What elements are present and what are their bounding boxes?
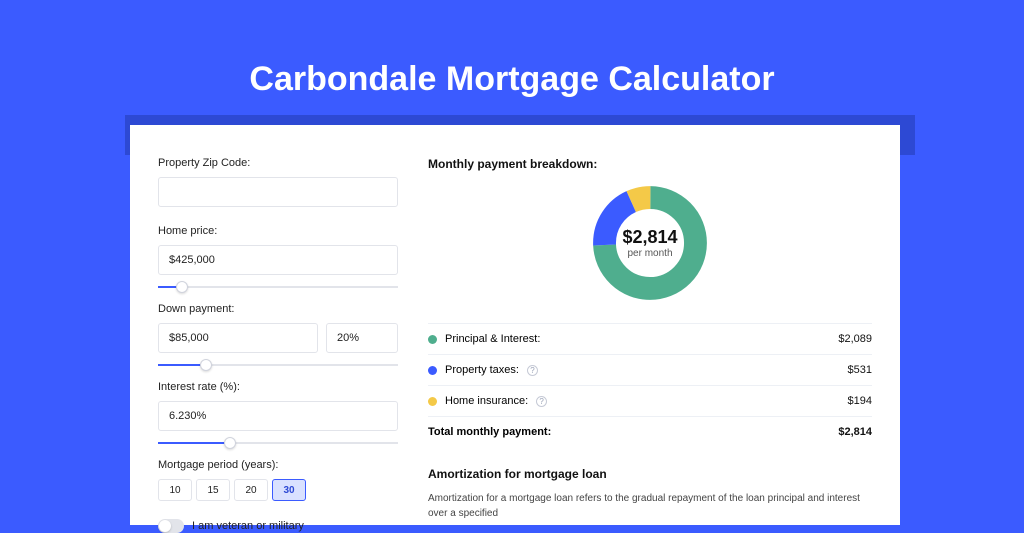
period-option-20[interactable]: 20 xyxy=(234,479,268,501)
donut-center: $2,814 per month xyxy=(590,183,710,303)
interest-rate-field: Interest rate (%): xyxy=(158,381,398,431)
dot-icon xyxy=(428,335,437,344)
amortization-section: Amortization for mortgage loan Amortizat… xyxy=(428,467,872,521)
zip-field: Property Zip Code: xyxy=(158,157,398,207)
period-selector: 10 15 20 30 xyxy=(158,479,398,501)
down-payment-slider[interactable] xyxy=(158,359,398,373)
down-payment-input[interactable] xyxy=(158,323,318,353)
legend-pi: Principal & Interest: $2,089 xyxy=(428,323,872,354)
donut-area: $2,814 per month xyxy=(428,183,872,303)
calculator-card: Property Zip Code: Home price: Down paym… xyxy=(130,125,900,525)
legend-ins-label: Home insurance: xyxy=(445,395,528,407)
down-payment-field: Down payment: xyxy=(158,303,398,353)
home-price-label: Home price: xyxy=(158,225,398,237)
page-title: Carbondale Mortgage Calculator xyxy=(0,0,1024,99)
veteran-label: I am veteran or military xyxy=(192,520,304,532)
info-icon[interactable]: ? xyxy=(527,365,538,376)
app-stage: Carbondale Mortgage Calculator Property … xyxy=(0,0,1024,512)
donut-chart: $2,814 per month xyxy=(590,183,710,303)
amortization-text: Amortization for a mortgage loan refers … xyxy=(428,491,872,521)
donut-sub: per month xyxy=(627,248,672,259)
down-payment-pct-input[interactable] xyxy=(326,323,398,353)
breakdown-title: Monthly payment breakdown: xyxy=(428,157,872,171)
legend-total-value: $2,814 xyxy=(838,426,872,438)
inputs-column: Property Zip Code: Home price: Down paym… xyxy=(158,157,398,525)
down-payment-label: Down payment: xyxy=(158,303,398,315)
legend-pi-value: $2,089 xyxy=(838,333,872,345)
home-price-input[interactable] xyxy=(158,245,398,275)
period-label: Mortgage period (years): xyxy=(158,459,398,471)
info-icon[interactable]: ? xyxy=(536,396,547,407)
home-price-field: Home price: xyxy=(158,225,398,275)
legend-ins: Home insurance: ? $194 xyxy=(428,385,872,416)
home-price-slider[interactable] xyxy=(158,281,398,295)
dot-icon xyxy=(428,366,437,375)
interest-rate-label: Interest rate (%): xyxy=(158,381,398,393)
legend-total-label: Total monthly payment: xyxy=(428,426,551,438)
legend-tax-label: Property taxes: xyxy=(445,364,519,376)
legend-pi-label: Principal & Interest: xyxy=(445,333,540,345)
interest-rate-slider[interactable] xyxy=(158,437,398,451)
legend-total: Total monthly payment: $2,814 xyxy=(428,416,872,447)
donut-amount: $2,814 xyxy=(622,227,677,248)
period-option-15[interactable]: 15 xyxy=(196,479,230,501)
legend-tax-value: $531 xyxy=(848,364,872,376)
interest-rate-input[interactable] xyxy=(158,401,398,431)
period-option-30[interactable]: 30 xyxy=(272,479,306,501)
dot-icon xyxy=(428,397,437,406)
veteran-toggle[interactable] xyxy=(158,519,184,533)
period-option-10[interactable]: 10 xyxy=(158,479,192,501)
legend-tax: Property taxes: ? $531 xyxy=(428,354,872,385)
amortization-title: Amortization for mortgage loan xyxy=(428,467,872,481)
breakdown-column: Monthly payment breakdown: $2,814 per mo… xyxy=(428,157,872,525)
legend-ins-value: $194 xyxy=(848,395,872,407)
veteran-row: I am veteran or military xyxy=(158,519,398,533)
zip-input[interactable] xyxy=(158,177,398,207)
zip-label: Property Zip Code: xyxy=(158,157,398,169)
